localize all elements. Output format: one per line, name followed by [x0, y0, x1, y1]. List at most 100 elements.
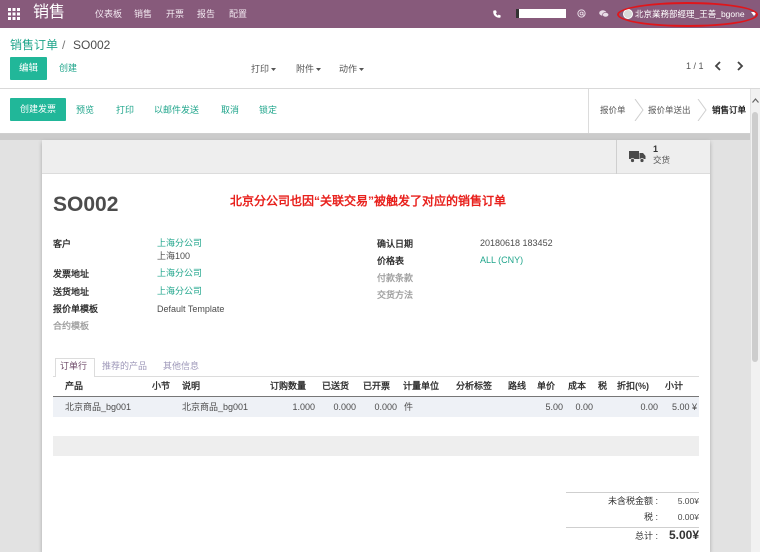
button-box: 1 交货	[42, 140, 710, 174]
scrollbar-thumb[interactable]	[752, 112, 758, 362]
confirmation-date-label: 确认日期	[377, 238, 414, 249]
create-button[interactable]: 创建	[59, 64, 77, 73]
cell-uom[interactable]: 件	[404, 402, 413, 412]
attachment-dropdown-label: 附件	[296, 63, 315, 74]
breadcrumb-parent[interactable]: 销售订单	[10, 39, 58, 51]
quote-template-field: Default Template	[157, 303, 225, 314]
state-quotation-sent[interactable]: 报价单送出	[648, 106, 691, 115]
totals-top-border	[566, 492, 699, 493]
edit-button[interactable]: 编辑	[10, 57, 47, 80]
chat-icon[interactable]	[599, 10, 609, 18]
delivery-address-field[interactable]: 上海分公司	[157, 286, 202, 296]
column-header-product[interactable]: 产品	[65, 381, 83, 391]
invoice-address-field[interactable]: 上海分公司	[157, 268, 202, 278]
action-dropdown[interactable]: 动作	[339, 63, 365, 74]
column-header-tax[interactable]: 税	[598, 381, 607, 391]
total-value: 5.00¥	[668, 528, 699, 542]
caret-down-icon	[316, 67, 322, 71]
quote-template-label: 报价单模板	[53, 303, 99, 314]
user-menu[interactable]: 北京業務部經理_王善_bgone	[635, 10, 745, 19]
systray-status-box[interactable]	[516, 9, 566, 18]
breadcrumb-current: SO002	[73, 38, 111, 52]
cell-cost[interactable]: 0.00	[553, 402, 593, 412]
state-sales-order: 销售订单	[712, 104, 747, 115]
cell-quantity[interactable]: 1.000	[275, 402, 315, 412]
table-empty-row[interactable]	[53, 417, 699, 437]
column-header-delivered[interactable]: 已送货	[322, 381, 349, 391]
menu-invoicing[interactable]: 开票	[166, 9, 184, 19]
column-header-route[interactable]: 路线	[508, 381, 526, 391]
create-invoice-button[interactable]: 创建发票	[10, 98, 66, 121]
tabs-underline	[53, 376, 699, 377]
invoice-address-label: 发票地址	[53, 268, 90, 279]
caret-down-icon[interactable]	[751, 12, 757, 16]
column-header-cost[interactable]: 成本	[568, 381, 586, 391]
state-arrow-icon	[634, 98, 644, 122]
customer-label: 客户	[53, 238, 72, 249]
cell-product[interactable]: 北京商品_bg001	[65, 402, 131, 412]
send-email-button[interactable]: 以邮件发送	[154, 105, 199, 115]
contract-template-label: 合约模板	[53, 320, 90, 331]
form-sheet: 1 交货 SO002 北京分公司也因“关联交易”被触发了对应的销售订单 客户 上…	[42, 140, 710, 552]
tab-other-info[interactable]: 其他信息	[163, 361, 199, 371]
delivery-address-label: 送货地址	[53, 286, 90, 297]
app-title[interactable]: 销售	[33, 5, 65, 21]
preview-button[interactable]: 预览	[76, 105, 94, 115]
truck-icon	[629, 150, 646, 163]
tab-optional-products[interactable]: 推荐的产品	[102, 361, 147, 371]
delivery-stat-button[interactable]: 1 交货	[616, 140, 710, 174]
print-dropdown[interactable]: 打印	[251, 63, 277, 74]
top-navbar: 销售 仪表板 销售 开票 报告 配置 北京業務部經理_王善_bgone	[0, 0, 760, 28]
lock-button[interactable]: 锁定	[259, 105, 277, 115]
tax-value: 0.00¥	[677, 512, 699, 522]
control-panel-divider	[0, 88, 760, 89]
print-button[interactable]: 打印	[116, 105, 134, 115]
apps-grid-icon[interactable]	[8, 8, 20, 20]
delivery-label: 交货	[653, 155, 671, 165]
column-header-quantity[interactable]: 订购数量	[270, 381, 306, 391]
print-dropdown-label: 打印	[251, 63, 270, 74]
action-dropdown-label: 动作	[339, 63, 358, 74]
attachment-dropdown[interactable]: 附件	[296, 63, 322, 74]
state-arrow-icon	[697, 98, 707, 122]
state-quotation[interactable]: 报价单	[600, 106, 626, 115]
delivery-method-label: 交货方法	[377, 289, 414, 300]
scroll-up-icon[interactable]	[752, 98, 759, 103]
breadcrumb-separator: /	[62, 38, 66, 52]
column-header-invoiced[interactable]: 已开票	[363, 381, 390, 391]
menu-configuration[interactable]: 配置	[229, 9, 247, 19]
customer-field[interactable]: 上海分公司	[157, 238, 202, 248]
untaxed-amount-value: 5.00¥	[677, 496, 699, 506]
payment-terms-label: 付款条款	[377, 272, 414, 283]
column-header-description[interactable]: 说明	[182, 381, 200, 391]
delivery-count: 1	[653, 144, 659, 154]
avatar[interactable]	[623, 9, 633, 19]
cell-delivered[interactable]: 0.000	[316, 402, 356, 412]
column-header-unit-price[interactable]: 单价	[537, 381, 555, 391]
cell-subtotal: 5.00 ¥	[671, 401, 697, 412]
caret-down-icon	[271, 67, 277, 71]
phone-icon[interactable]	[493, 10, 501, 18]
menu-dashboard[interactable]: 仪表板	[95, 9, 122, 19]
column-header-subtotal[interactable]: 小计	[665, 381, 683, 391]
pricelist-field[interactable]: ALL (CNY)	[480, 255, 523, 265]
chevron-right-icon[interactable]	[736, 61, 744, 71]
pricelist-label: 价格表	[377, 255, 405, 266]
menu-sales[interactable]: 销售	[134, 9, 152, 19]
cell-invoiced[interactable]: 0.000	[357, 402, 397, 412]
table-footer	[53, 437, 699, 456]
statusbar-states-border	[588, 89, 589, 133]
record-title: SO002	[53, 193, 119, 216]
pager-value[interactable]: 1 / 1	[686, 61, 704, 71]
tab-order-lines[interactable]: 订单行	[60, 361, 87, 371]
column-header-analytic-tags[interactable]: 分析标签	[456, 381, 492, 391]
column-header-discount[interactable]: 折扣(%)	[617, 381, 649, 391]
column-header-uom[interactable]: 计量单位	[403, 381, 439, 391]
mention-at-icon[interactable]	[577, 9, 586, 18]
confirmation-date-field: 20180618 183452	[480, 237, 553, 248]
cancel-button[interactable]: 取消	[221, 105, 239, 115]
menu-reporting[interactable]: 报告	[197, 9, 215, 19]
column-header-section[interactable]: 小节	[152, 381, 170, 391]
cell-description[interactable]: 北京商品_bg001	[182, 402, 248, 412]
chevron-left-icon[interactable]	[714, 61, 722, 71]
